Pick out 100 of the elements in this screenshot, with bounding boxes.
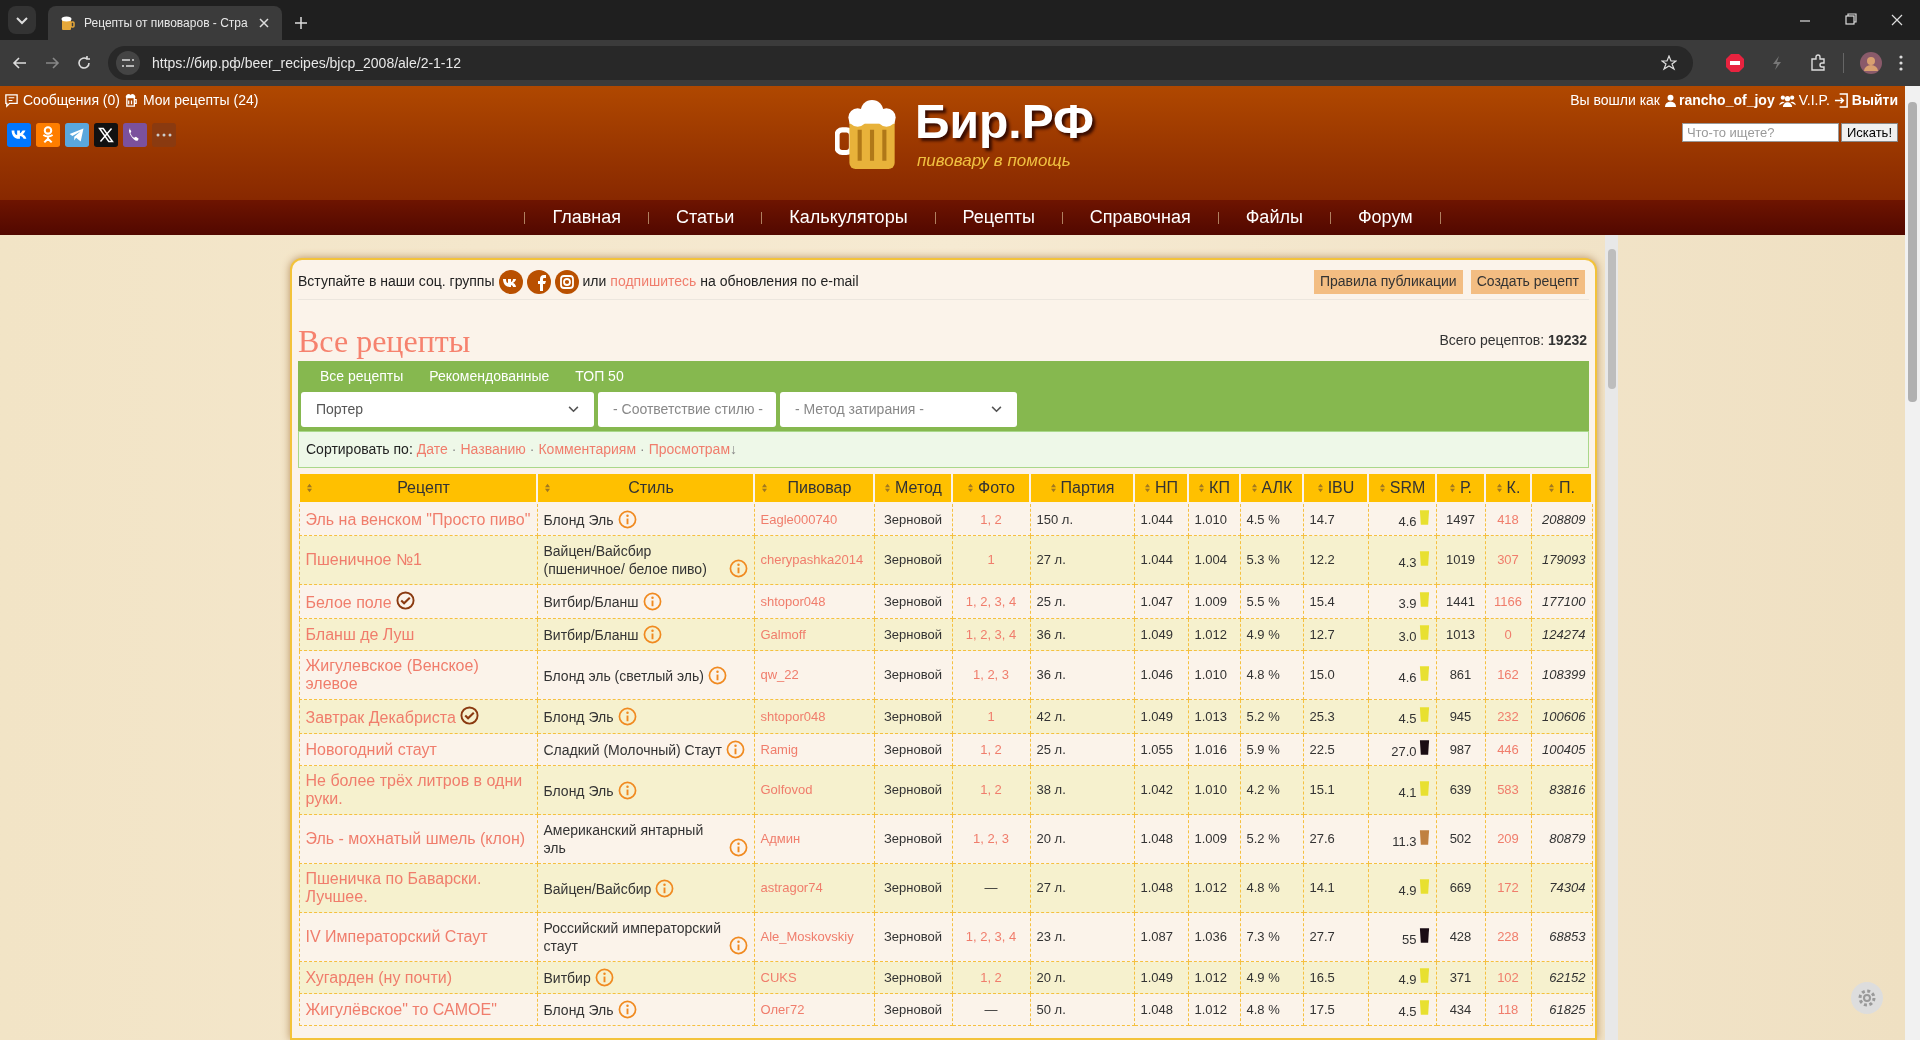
nav-link[interactable]: Рецепты [935,204,1062,231]
username-link[interactable]: rancho_of_joy [1664,90,1775,111]
phone-icon[interactable] [123,123,147,147]
sort-link[interactable]: Просмотрам↓ [648,439,738,460]
comments-link[interactable]: 172 [1497,880,1519,895]
sort-icon[interactable] [306,483,313,493]
new-tab-button[interactable] [294,16,308,30]
comments-link[interactable]: 0 [1504,626,1512,642]
brewer-link[interactable]: Ramig [760,741,799,757]
menu-icon[interactable] [1898,54,1904,72]
recipe-link[interactable]: Пшеничное №1 [305,551,422,569]
info-icon[interactable] [617,510,637,529]
nav-link[interactable]: Главная [525,204,648,231]
odnoklassniki-icon[interactable] [36,123,60,147]
close-icon[interactable] [258,17,270,29]
sort-link[interactable]: Комментариям [538,439,636,460]
nav-link[interactable]: Статьи [648,204,762,231]
recipe-link[interactable]: Белое поле [305,594,392,612]
photo-links[interactable]: 1, 2 [980,969,1002,985]
star-icon[interactable] [1661,55,1677,71]
search-button[interactable]: Искать! [1840,123,1898,142]
vk-icon[interactable] [498,269,523,294]
telegram-icon[interactable] [65,123,89,147]
photo-links[interactable]: 1, 2, 3, 4 [965,929,1017,944]
photo-links[interactable]: 1, 2, 3 [972,667,1010,682]
info-icon[interactable] [655,878,675,898]
info-icon[interactable] [642,592,662,611]
action-button[interactable]: Создать рецепт [1470,269,1585,294]
brewer-link[interactable]: qw_22 [760,667,799,682]
sort-icon[interactable] [1378,483,1386,493]
column-header[interactable]: Пивовар [754,473,874,503]
avatar-icon[interactable] [1860,52,1882,74]
comments-link[interactable]: 228 [1497,929,1519,944]
filter-select[interactable]: - Соответствие стилю - [598,392,776,427]
brewer-link[interactable]: Golfovod [760,782,813,797]
comments-link[interactable]: 209 [1497,831,1519,846]
vk-icon[interactable] [7,123,31,147]
user-link[interactable]: Мои рецепты (24) [124,90,259,111]
search-field[interactable]: Что-то ищете? [1681,123,1839,142]
recipe-tab[interactable]: Все рецепты [315,366,409,387]
x-logo-icon[interactable] [94,123,118,147]
info-icon[interactable] [707,665,727,685]
photo-links[interactable]: 1, 2 [980,782,1002,797]
stop-sign-icon[interactable] [1725,53,1745,73]
sort-icon[interactable] [1448,483,1456,493]
info-icon[interactable] [617,780,637,800]
sort-icon[interactable] [1250,483,1258,493]
column-header[interactable]: Р. [1436,473,1485,503]
brewer-link[interactable]: Олег72 [760,1001,805,1017]
info-icon[interactable] [728,838,748,857]
nav-link[interactable]: Файлы [1218,204,1330,231]
sort-icon[interactable] [1316,483,1324,493]
info-icon[interactable] [594,968,614,987]
brewer-link[interactable]: CUKS [760,969,797,985]
column-header[interactable]: НП [1134,473,1188,503]
photo-links[interactable]: 1, 2, 3 [972,831,1010,846]
sort-icon[interactable] [1495,483,1503,493]
sort-link[interactable]: Дате [416,439,448,460]
filter-select[interactable]: Портер [301,392,594,427]
filter-select[interactable]: - Метод затирания - [780,392,1017,427]
site-settings-icon[interactable] [116,51,140,75]
facebook-icon[interactable] [526,269,551,294]
logout-link[interactable]: Выйти [1833,90,1898,111]
column-header[interactable]: К. [1485,473,1531,503]
column-header[interactable]: П. [1531,473,1592,503]
comments-link[interactable]: 583 [1497,782,1519,797]
subscribe-link[interactable]: подпишитесь [610,271,697,292]
sort-icon[interactable] [1049,483,1057,493]
sort-icon[interactable] [761,483,768,493]
recipe-tab[interactable]: ТОП 50 [570,366,629,387]
sort-icon[interactable] [1143,483,1151,493]
browser-tab[interactable]: Рецепты от пивоваров - Стра [48,6,282,40]
column-header[interactable]: Рецепт [299,473,537,503]
comments-link[interactable]: 162 [1497,667,1519,682]
puzzle-icon[interactable] [1809,54,1827,72]
info-icon[interactable] [728,936,748,955]
nav-link[interactable]: Справочная [1062,204,1218,231]
tab-list-button[interactable] [8,6,36,34]
info-icon[interactable] [642,625,662,644]
brewer-link[interactable]: Админ [760,831,801,846]
info-icon[interactable] [617,1000,637,1019]
info-icon[interactable] [728,559,748,578]
column-header[interactable]: Партия [1030,473,1134,503]
logo-title[interactable]: Бир.РФ [915,96,1094,148]
browser-scrollbar[interactable] [1905,86,1920,1040]
column-header[interactable]: IBU [1303,473,1368,503]
sort-icon[interactable] [1548,483,1555,493]
column-header[interactable]: АЛК [1240,473,1303,503]
back-icon[interactable] [12,55,28,71]
settings-icon[interactable] [1851,982,1883,1014]
reload-icon[interactable] [76,55,92,71]
sort-icon[interactable] [544,483,551,493]
photo-links[interactable]: 1, 2 [980,511,1002,527]
user-link[interactable]: Сообщения (0) [4,90,120,111]
sort-link[interactable]: Названию [460,439,526,460]
column-header[interactable]: Стиль [537,473,754,503]
sort-icon[interactable] [967,483,975,493]
nav-link[interactable]: Калькуляторы [762,204,935,231]
column-header[interactable]: SRM [1368,473,1436,503]
photo-links[interactable]: 1, 2 [980,741,1002,757]
